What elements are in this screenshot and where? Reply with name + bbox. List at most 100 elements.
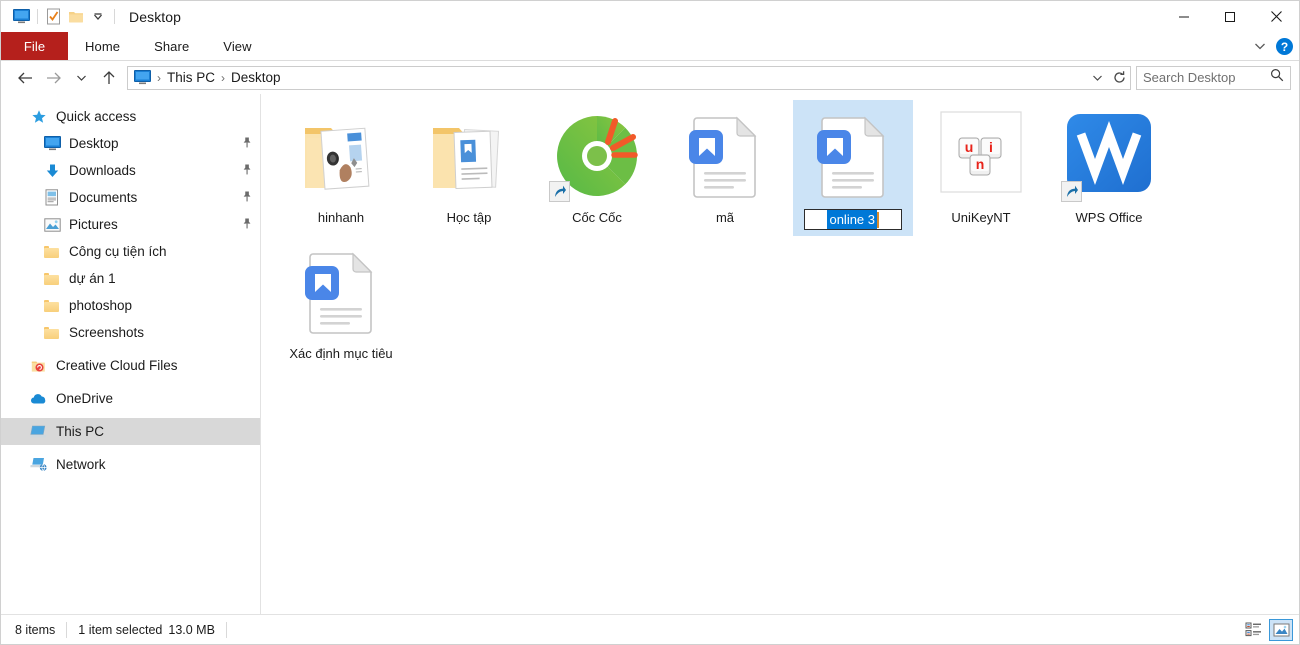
breadcrumb-this-pc[interactable]: This PC xyxy=(164,70,218,85)
shortcut-overlay-icon xyxy=(1061,181,1082,202)
file-item-ma[interactable]: mã xyxy=(665,100,785,236)
file-label: Cốc Cốc xyxy=(572,210,622,225)
refresh-icon[interactable] xyxy=(1108,67,1130,89)
sidebar-item-label: Documents xyxy=(69,190,138,205)
sidebar-item-label: Creative Cloud Files xyxy=(56,358,178,373)
tab-file[interactable]: File xyxy=(1,32,68,60)
tab-share[interactable]: Share xyxy=(137,32,206,60)
coccoc-icon xyxy=(549,104,645,204)
sidebar-item-onedrive[interactable]: OneDrive xyxy=(1,385,260,412)
sidebar-item-pictures[interactable]: Pictures xyxy=(1,211,260,238)
pictures-icon xyxy=(42,215,62,235)
breadcrumb-separator-1[interactable]: › xyxy=(154,71,164,85)
sidebar-item-desktop[interactable]: Desktop xyxy=(1,130,260,157)
explorer-body: Quick access Desktop Downloads Documents… xyxy=(1,94,1299,614)
back-button[interactable] xyxy=(11,65,39,91)
details-view-button[interactable] xyxy=(1241,619,1265,641)
view-toggle-group xyxy=(1241,618,1293,641)
search-icon[interactable] xyxy=(1270,68,1284,87)
file-item-coc-coc[interactable]: Cốc Cốc xyxy=(537,100,657,236)
file-item-unikeynt[interactable]: u i n UniKeyNT xyxy=(921,100,1041,236)
caption-buttons xyxy=(1161,1,1299,32)
forward-button[interactable] xyxy=(39,65,67,91)
sidebar-item-quick-access[interactable]: Quick access xyxy=(1,103,260,130)
file-list-pane[interactable]: hinhanh Học tập Cốc Cốc mã online 3 u i … xyxy=(261,94,1299,614)
checklist-icon[interactable] xyxy=(43,6,65,28)
pin-icon[interactable] xyxy=(236,161,255,180)
sidebar-item-photoshop[interactable]: photoshop xyxy=(1,292,260,319)
recent-locations-chevron-down-icon[interactable] xyxy=(67,65,95,91)
breadcrumb-desktop[interactable]: Desktop xyxy=(228,70,284,85)
folder-icon[interactable] xyxy=(65,6,87,28)
file-label: hinhanh xyxy=(317,210,365,225)
sidebar-item-documents[interactable]: Documents xyxy=(1,184,260,211)
status-divider-2 xyxy=(225,621,227,638)
file-item-online-3[interactable]: online 3 xyxy=(793,100,913,236)
sidebar-item-label: This PC xyxy=(56,424,105,439)
tab-view[interactable]: View xyxy=(206,32,268,60)
breadcrumb-bar[interactable]: › This PC › Desktop xyxy=(127,65,1131,90)
folder-icon xyxy=(42,269,62,289)
creative-cloud-icon xyxy=(29,356,49,376)
file-explorer-window: Desktop File Home Share View ? › This PC… xyxy=(0,0,1300,645)
chevron-down-icon[interactable] xyxy=(87,6,109,28)
item-count-label: 8 items xyxy=(15,622,56,637)
search-placeholder: Search Desktop xyxy=(1143,70,1236,85)
pin-icon[interactable] xyxy=(236,188,255,207)
tab-home[interactable]: Home xyxy=(68,32,137,60)
folder-thumbnail-docs-icon xyxy=(421,104,517,204)
pin-icon[interactable] xyxy=(236,215,255,234)
folder-icon xyxy=(42,296,62,316)
ribbon-right-controls: ? xyxy=(1253,32,1293,61)
close-button[interactable] xyxy=(1253,1,1299,32)
status-divider-1 xyxy=(66,621,68,638)
network-icon xyxy=(29,455,49,475)
sidebar-item-downloads[interactable]: Downloads xyxy=(1,157,260,184)
address-dropdown-chevron-down-icon[interactable] xyxy=(1086,67,1108,89)
breadcrumb-separator-2[interactable]: › xyxy=(218,71,228,85)
selection-size-label: 13.0 MB xyxy=(168,622,215,637)
help-icon[interactable]: ? xyxy=(1276,38,1293,55)
svg-text:i: i xyxy=(989,139,993,155)
folder-icon xyxy=(42,242,62,262)
wps-office-icon xyxy=(1061,104,1157,204)
cloud-icon xyxy=(29,389,49,409)
file-label: Học tập xyxy=(446,210,492,225)
monitor-icon[interactable] xyxy=(10,6,32,28)
star-icon xyxy=(29,107,49,127)
wps-writer-doc-icon xyxy=(677,104,773,204)
wps-writer-doc-icon xyxy=(805,104,901,204)
up-button[interactable] xyxy=(95,65,123,91)
sidebar-item-du-an-1[interactable]: dự án 1 xyxy=(1,265,260,292)
file-item-hoc-tap[interactable]: Học tập xyxy=(409,100,529,236)
large-icons-view-button[interactable] xyxy=(1269,618,1293,641)
sidebar-item-this-pc[interactable]: This PC xyxy=(1,418,260,445)
sidebar-item-label: OneDrive xyxy=(56,391,114,406)
folder-icon xyxy=(42,323,62,343)
rename-input[interactable]: online 3 xyxy=(804,209,902,230)
selection-label: 1 item selected xyxy=(78,622,163,637)
pin-icon[interactable] xyxy=(236,134,255,153)
document-icon xyxy=(42,188,62,208)
download-icon xyxy=(42,161,62,181)
rename-selected-text: online 3 xyxy=(827,210,878,229)
sidebar-item-screenshots[interactable]: Screenshots xyxy=(1,319,260,346)
sidebar-item-creative-cloud-files[interactable]: Creative Cloud Files xyxy=(1,352,260,379)
expand-ribbon-chevron-down-icon[interactable] xyxy=(1253,38,1267,56)
search-input[interactable]: Search Desktop xyxy=(1136,65,1291,90)
sidebar-item-network[interactable]: Network xyxy=(1,451,260,478)
file-item-hinhanh[interactable]: hinhanh xyxy=(281,100,401,236)
sidebar-item-label: Desktop xyxy=(69,136,119,151)
sidebar-item-label: photoshop xyxy=(69,298,133,313)
sidebar-item-cong-cu-tien-ich[interactable]: Công cụ tiện ích xyxy=(1,238,260,265)
file-item-xac-dinh-muc-tieu[interactable]: Xác định mục tiêu xyxy=(281,236,401,368)
file-item-wps-office[interactable]: WPS Office xyxy=(1049,100,1169,236)
sidebar-item-label: Công cụ tiện ích xyxy=(69,244,167,259)
maximize-button[interactable] xyxy=(1207,1,1253,32)
window-title: Desktop xyxy=(129,8,182,25)
qat-divider-2 xyxy=(114,9,115,24)
file-label: WPS Office xyxy=(1075,210,1143,225)
minimize-button[interactable] xyxy=(1161,1,1207,32)
title-bar: Desktop xyxy=(1,1,1299,32)
sidebar-item-label: dự án 1 xyxy=(69,271,116,286)
